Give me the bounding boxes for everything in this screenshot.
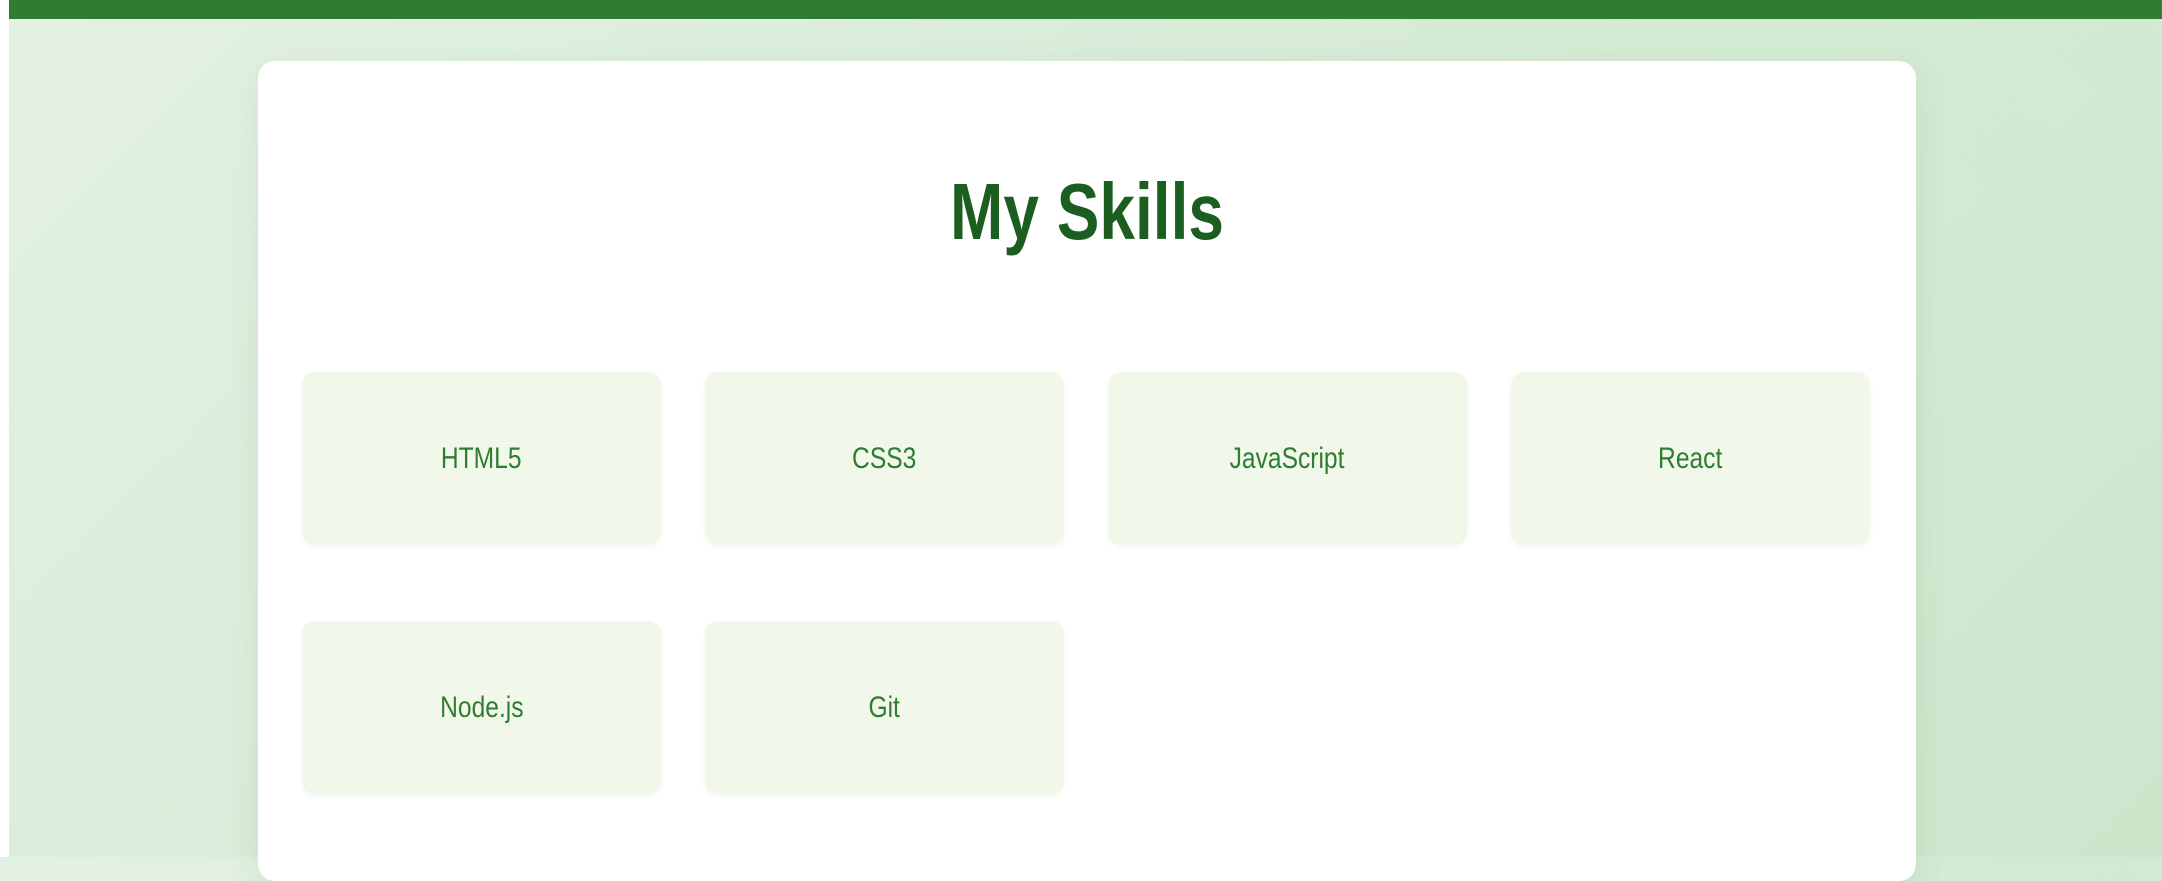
- skill-label: Git: [868, 690, 901, 724]
- skill-label: React: [1658, 441, 1723, 475]
- skill-tile-nodejs[interactable]: Node.js: [302, 621, 661, 794]
- skill-tile-git[interactable]: Git: [705, 621, 1064, 794]
- skill-label: Node.js: [439, 690, 524, 724]
- skill-tile-javascript[interactable]: JavaScript: [1108, 372, 1467, 545]
- skills-grid: HTML5 CSS3 JavaScript React Node.js Git: [302, 372, 1872, 794]
- skill-tile-html5[interactable]: HTML5: [302, 372, 661, 545]
- viewport-edge: [0, 0, 9, 857]
- skills-card: My Skills HTML5 CSS3 JavaScript React No…: [258, 61, 1916, 881]
- skill-tile-react[interactable]: React: [1511, 372, 1870, 545]
- skill-label: JavaScript: [1230, 441, 1345, 475]
- page-title: My Skills: [950, 167, 1224, 256]
- skill-label: CSS3: [852, 441, 917, 475]
- top-accent-bar: [9, 0, 2162, 19]
- skill-tile-css3[interactable]: CSS3: [705, 372, 1064, 545]
- skill-label: HTML5: [441, 441, 522, 475]
